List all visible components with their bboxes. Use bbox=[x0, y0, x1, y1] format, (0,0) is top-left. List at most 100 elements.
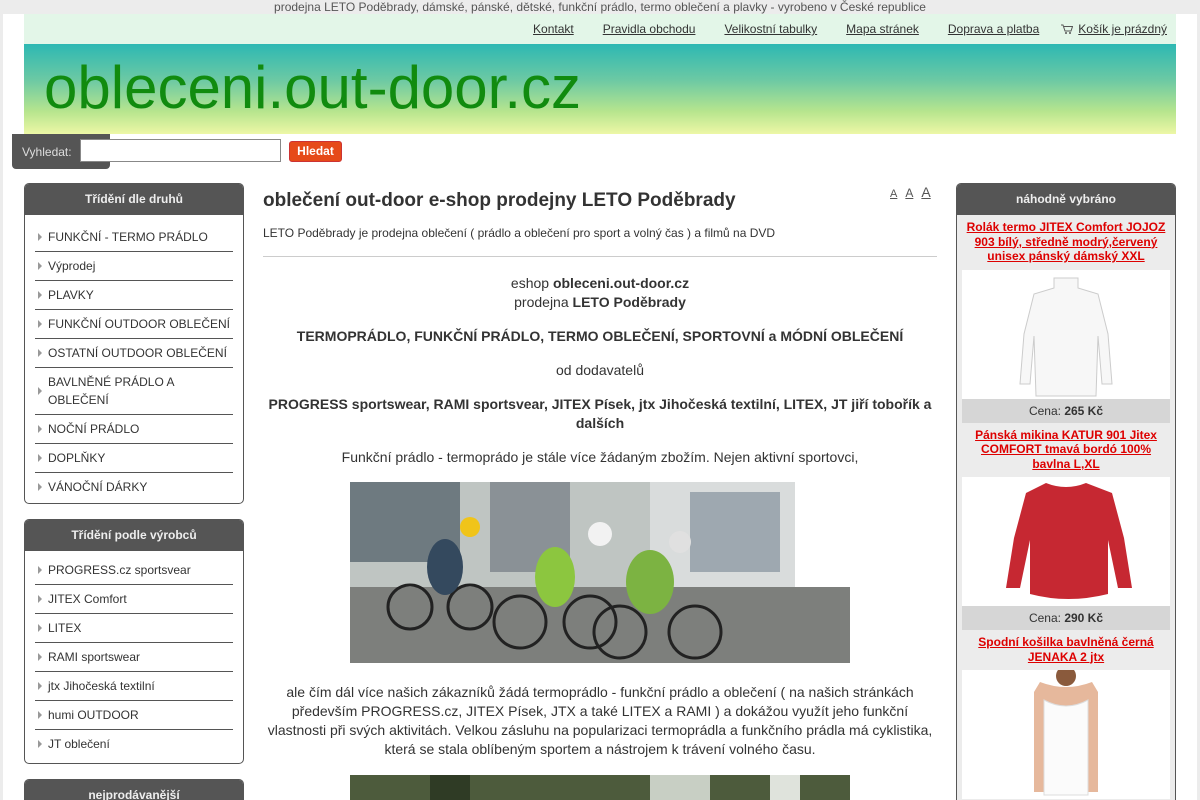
brand-label[interactable]: humi OUTDOOR bbox=[48, 701, 233, 729]
cart-link[interactable]: Košík je prázdný bbox=[1078, 22, 1167, 36]
category-label[interactable]: Výprodej bbox=[48, 252, 233, 280]
category-label[interactable]: PLAVKY bbox=[48, 281, 233, 309]
category-label[interactable]: NOČNÍ PRÁDLO bbox=[48, 415, 233, 443]
bullet-triangle-icon bbox=[38, 233, 42, 241]
bestsellers-title: nejprodávanější bbox=[25, 780, 243, 800]
page-wrapper: Kontakt Pravidla obchodu Velikostní tabu… bbox=[3, 14, 1197, 800]
nav-link[interactable]: Doprava a platba bbox=[948, 22, 1039, 36]
bullet-triangle-icon bbox=[38, 454, 42, 462]
nav-doprava[interactable]: Doprava a platba bbox=[948, 22, 1039, 36]
bullet-triangle-icon bbox=[38, 387, 42, 395]
product-card: Spodní košilka bavlněná černá JENAKA 2 j… bbox=[957, 630, 1175, 799]
categories-title: Třídění dle druhů bbox=[25, 184, 243, 215]
bullet-triangle-icon bbox=[38, 425, 42, 433]
eshop-prefix: eshop bbox=[510, 275, 550, 291]
brand-item[interactable]: humi OUTDOOR bbox=[35, 701, 233, 730]
brand-label[interactable]: JT oblečení bbox=[48, 730, 233, 758]
brand-item[interactable]: jtx Jihočeská textilní bbox=[35, 672, 233, 701]
top-navigation: Kontakt Pravidla obchodu Velikostní tabu… bbox=[24, 14, 1176, 44]
brand-label[interactable]: RAMI sportswear bbox=[48, 643, 233, 671]
intro-text: LETO Poděbrady je prodejna oblečení ( pr… bbox=[263, 226, 937, 257]
category-label[interactable]: FUNKČNÍ OUTDOOR OBLEČENÍ bbox=[48, 310, 233, 338]
nav-kontakt[interactable]: Kontakt bbox=[533, 22, 574, 36]
product-price: Cena: 265 Kč bbox=[962, 398, 1170, 423]
product-name-link[interactable]: Pánská mikina KATUR 901 Jitex COMFORT tm… bbox=[962, 423, 1170, 478]
nav-link[interactable]: Kontakt bbox=[533, 22, 574, 36]
brand-item[interactable]: LITEX bbox=[35, 614, 233, 643]
category-item[interactable]: VÁNOČNÍ DÁRKY bbox=[35, 473, 233, 501]
search-button[interactable]: Hledat bbox=[289, 141, 342, 162]
category-label[interactable]: FUNKČNÍ - TERMO PRÁDLO bbox=[48, 223, 233, 251]
main-content: oblečení out-door e-shop prodejny LETO P… bbox=[263, 184, 937, 800]
nav-pravidla[interactable]: Pravidla obchodu bbox=[603, 22, 696, 36]
price-label: Cena: bbox=[1028, 403, 1061, 418]
bullet-triangle-icon bbox=[38, 291, 42, 299]
search-input[interactable] bbox=[80, 139, 281, 162]
category-label[interactable]: OSTATNÍ OUTDOOR OBLEČENÍ bbox=[48, 339, 233, 367]
category-item[interactable]: Výprodej bbox=[35, 252, 233, 281]
nav-cart[interactable]: Košík je prázdný bbox=[1061, 22, 1167, 36]
brand-item[interactable]: JITEX Comfort bbox=[35, 585, 233, 614]
nav-velikosti[interactable]: Velikostní tabulky bbox=[724, 22, 817, 36]
nav-link[interactable]: Mapa stránek bbox=[846, 22, 919, 36]
brands-panel: Třídění podle výrobců PROGRESS.cz sports… bbox=[24, 519, 244, 764]
page-title: oblečení out-door e-shop prodejny LETO P… bbox=[263, 190, 736, 211]
turtleneck-image bbox=[1019, 277, 1113, 396]
product-image[interactable] bbox=[962, 477, 1170, 606]
bullet-triangle-icon bbox=[38, 349, 42, 357]
suppliers-text: PROGRESS sportswear, RAMI sportsvear, JI… bbox=[268, 396, 932, 431]
category-item[interactable]: OSTATNÍ OUTDOOR OBLEČENÍ bbox=[35, 339, 233, 368]
bullet-triangle-icon bbox=[38, 682, 42, 690]
price-label: Cena: bbox=[1028, 611, 1061, 625]
price-value: 265 Kč bbox=[1064, 403, 1104, 418]
nav-link[interactable]: Velikostní tabulky bbox=[724, 22, 817, 36]
bullet-triangle-icon bbox=[38, 483, 42, 491]
brand-label[interactable]: jtx Jihočeská textilní bbox=[48, 672, 233, 700]
product-image[interactable] bbox=[962, 666, 1170, 799]
nav-link[interactable]: Pravidla obchodu bbox=[603, 22, 696, 36]
brand-item[interactable]: RAMI sportswear bbox=[35, 643, 233, 672]
bullet-triangle-icon bbox=[38, 262, 42, 270]
bullet-triangle-icon bbox=[38, 566, 42, 574]
top-tagline: prodejna LETO Poděbrady, dámské, pánské,… bbox=[0, 0, 1200, 14]
categories-panel: Třídění dle druhů FUNKČNÍ - TERMO PRÁDLO… bbox=[24, 183, 244, 504]
shop-prefix: prodejna bbox=[514, 294, 569, 310]
nav-mapa[interactable]: Mapa stránek bbox=[846, 22, 919, 36]
product-card: Rolák termo JITEX Comfort JOJOZ 903 bílý… bbox=[957, 215, 1175, 423]
category-label[interactable]: BAVLNĚNÉ PRÁDLO A OBLEČENÍ bbox=[48, 368, 233, 414]
category-label[interactable]: VÁNOČNÍ DÁRKY bbox=[48, 473, 233, 501]
brand-label[interactable]: PROGRESS.cz sportsvear bbox=[48, 556, 233, 584]
bullet-triangle-icon bbox=[38, 653, 42, 661]
product-image[interactable] bbox=[962, 269, 1170, 399]
tank-top-image bbox=[1034, 666, 1098, 796]
category-item[interactable]: FUNKČNÍ OUTDOOR OBLEČENÍ bbox=[35, 310, 233, 339]
category-item[interactable]: FUNKČNÍ - TERMO PRÁDLO bbox=[35, 223, 233, 252]
brand-item[interactable]: JT oblečení bbox=[35, 730, 233, 758]
supplier-line: od dodavatelů bbox=[556, 362, 644, 378]
product-name-link[interactable]: Rolák termo JITEX Comfort JOJOZ 903 bílý… bbox=[962, 215, 1170, 270]
eshop-name: obleceni.out-door.cz bbox=[552, 275, 690, 291]
brand-item[interactable]: PROGRESS.cz sportsvear bbox=[35, 556, 233, 585]
product-name-link[interactable]: Spodní košilka bavlněná černá JENAKA 2 j… bbox=[962, 630, 1170, 670]
sweatshirt-image bbox=[1006, 483, 1132, 599]
category-item[interactable]: BAVLNĚNÉ PRÁDLO A OBLEČENÍ bbox=[35, 368, 233, 415]
brand-label[interactable]: JITEX Comfort bbox=[48, 585, 233, 613]
category-item[interactable]: DOPLŇKY bbox=[35, 444, 233, 473]
bullet-triangle-icon bbox=[38, 624, 42, 632]
bestsellers-panel: nejprodávanější bbox=[24, 779, 244, 800]
product-card: Pánská mikina KATUR 901 Jitex COMFORT tm… bbox=[957, 423, 1175, 630]
header-banner: obleceni.out-door.cz bbox=[24, 44, 1176, 134]
headline: TERMOPRÁDLO, FUNKČNÍ PRÁDLO, TERMO OBLEČ… bbox=[296, 328, 904, 344]
site-logo[interactable]: obleceni.out-door.cz bbox=[44, 56, 581, 120]
price-value: 290 Kč bbox=[1064, 611, 1104, 625]
brand-label[interactable]: LITEX bbox=[48, 614, 233, 642]
category-label[interactable]: DOPLŇKY bbox=[48, 444, 233, 472]
search-label: Vyhledat: bbox=[22, 145, 72, 159]
category-item[interactable]: NOČNÍ PRÁDLO bbox=[35, 415, 233, 444]
cyclists-photo bbox=[350, 482, 850, 663]
paragraph-1: Funkční prádlo - termoprádo je stále víc… bbox=[341, 449, 859, 465]
random-products-panel: náhodně vybráno Rolák termo JITEX Comfor… bbox=[956, 183, 1176, 800]
category-item[interactable]: PLAVKY bbox=[35, 281, 233, 310]
brands-title: Třídění podle výrobců bbox=[25, 520, 243, 551]
bullet-triangle-icon bbox=[38, 711, 42, 719]
